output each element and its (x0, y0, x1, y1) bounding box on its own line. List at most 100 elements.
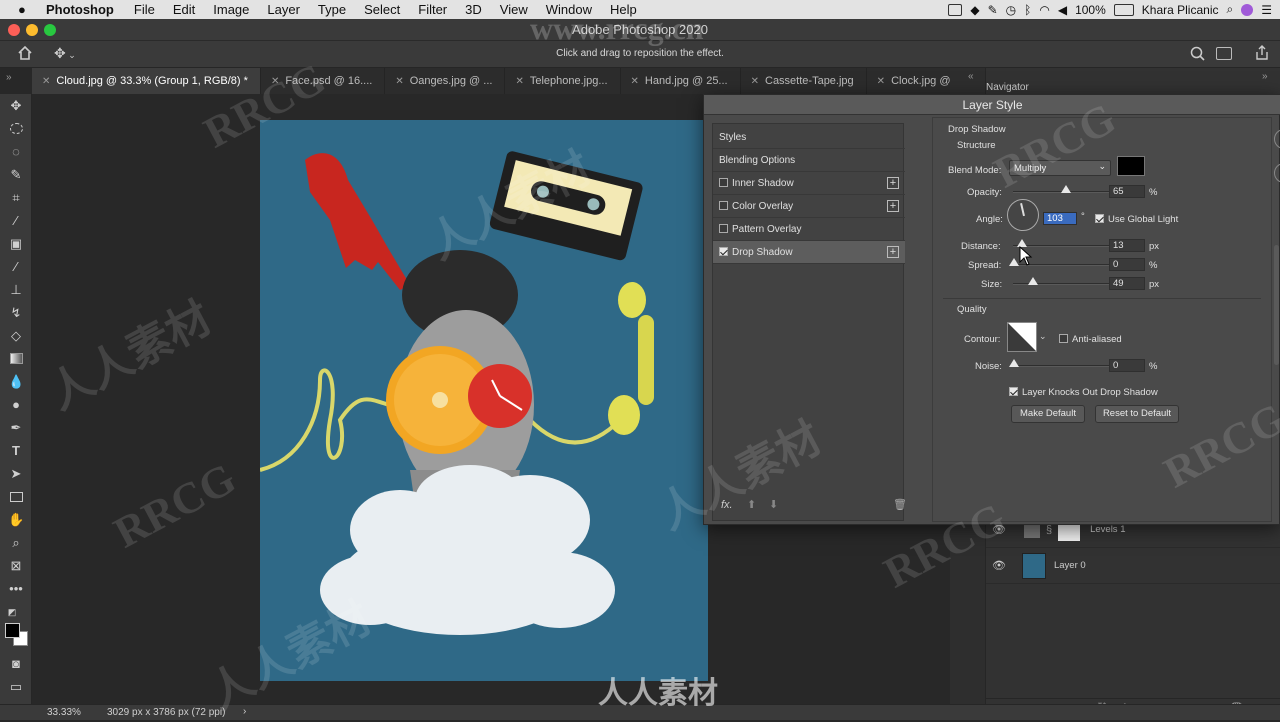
panel-collapse-arrows-left[interactable]: » (6, 72, 12, 83)
marquee-tool-icon[interactable] (8, 121, 24, 137)
size-input[interactable]: 49 (1109, 277, 1145, 290)
add-style-plus-icon[interactable]: + (887, 177, 899, 189)
size-slider[interactable] (1013, 277, 1123, 285)
close-tab-icon[interactable]: ✕ (515, 76, 523, 87)
panel-collapse-arrows[interactable]: « (968, 71, 974, 82)
foreground-color-swatch[interactable] (5, 623, 20, 638)
angle-input[interactable]: 103 (1043, 212, 1077, 225)
move-up-icon[interactable]: ⬆ (747, 498, 756, 511)
close-tab-icon[interactable]: ✕ (395, 76, 403, 87)
menu-type[interactable]: Type (318, 2, 346, 17)
style-item-drop-shadow[interactable]: Drop Shadow + (713, 241, 905, 264)
use-global-light-option[interactable]: Use Global Light (1095, 214, 1178, 225)
menu-filter[interactable]: Filter (418, 2, 447, 17)
size-slider-knob[interactable] (1028, 277, 1038, 285)
styles-header[interactable]: Styles (713, 126, 905, 149)
siri-icon[interactable] (1241, 3, 1254, 16)
menu-layer[interactable]: Layer (267, 2, 300, 17)
menu-file[interactable]: File (134, 2, 155, 17)
knocks-out-checkbox[interactable] (1009, 387, 1018, 396)
path-selection-tool-icon[interactable]: ➤ (8, 466, 24, 482)
screen-icon[interactable] (948, 3, 963, 16)
wifi-icon[interactable]: ◠ (1039, 3, 1049, 17)
opacity-slider[interactable] (1013, 185, 1123, 193)
menu-3d[interactable]: 3D (465, 2, 482, 17)
spread-input[interactable]: 0 (1109, 258, 1145, 271)
rectangle-tool-icon[interactable] (8, 489, 24, 505)
drop-shadow-checkbox[interactable] (719, 247, 728, 256)
share-icon[interactable] (1254, 45, 1270, 61)
close-tab-icon[interactable]: ✕ (631, 76, 639, 87)
distance-input[interactable]: 13 (1109, 239, 1145, 252)
add-style-plus-icon[interactable]: + (887, 200, 899, 212)
navigator-panel-tab[interactable]: Navigator (986, 82, 1029, 93)
default-colors-icon[interactable]: ◩ ⇆ (4, 604, 20, 633)
close-tab-icon[interactable]: ✕ (877, 76, 885, 87)
eyedropper-tool-icon[interactable]: ⁄ (8, 213, 24, 229)
user-name[interactable]: Khara Plicanic (1142, 3, 1219, 17)
crop-tool-icon[interactable]: ⌗ (8, 190, 24, 206)
layer-row-layer0[interactable]: 👁 Layer 0 (986, 548, 1280, 584)
zoom-level[interactable]: 33.33% (47, 707, 81, 718)
blending-options-item[interactable]: Blending Options (713, 149, 905, 172)
spot-healing-tool-icon[interactable]: ▣ (8, 236, 24, 252)
inner-shadow-checkbox[interactable] (719, 178, 728, 187)
blur-tool-icon[interactable]: 💧 (8, 374, 24, 390)
gradient-tool-icon[interactable] (8, 351, 24, 367)
menu-app-name[interactable]: Photoshop (46, 2, 114, 17)
contour-chevron-icon[interactable]: ⌄ (1039, 331, 1047, 342)
clone-stamp-tool-icon[interactable]: ⊥ (8, 282, 24, 298)
knocks-out-option[interactable]: Layer Knocks Out Drop Shadow (1009, 387, 1158, 398)
blend-mode-select[interactable]: Multiply ⌄ (1009, 160, 1111, 176)
delete-style-icon[interactable]: 🗑 (893, 498, 907, 511)
type-tool-icon[interactable]: T (8, 443, 24, 459)
battery-icon[interactable] (1113, 3, 1134, 16)
eraser-tool-icon[interactable]: ◇ (8, 328, 24, 344)
move-down-icon[interactable]: ⬇ (769, 498, 778, 511)
dropbox-icon[interactable]: ◆ (970, 3, 979, 17)
workspace-icon[interactable] (1216, 47, 1232, 60)
dodge-tool-icon[interactable]: ● (8, 397, 24, 413)
brush-tool-icon[interactable]: ∕ (8, 259, 24, 275)
more-tools-icon[interactable]: ••• (8, 581, 24, 597)
style-item-inner-shadow[interactable]: Inner Shadow + (713, 172, 905, 195)
opacity-slider-knob[interactable] (1061, 185, 1071, 193)
quick-select-tool-icon[interactable]: ✎ (8, 167, 24, 183)
noise-input[interactable]: 0 (1109, 359, 1145, 372)
evernote-icon[interactable]: ✎ (988, 3, 998, 17)
document-canvas[interactable] (260, 120, 708, 681)
pen-tool-icon[interactable]: ✒ (8, 420, 24, 436)
style-item-pattern-overlay[interactable]: Pattern Overlay (713, 218, 905, 241)
add-style-plus-icon[interactable]: + (887, 246, 899, 258)
notification-center-icon[interactable]: ☰ (1261, 3, 1272, 17)
panel-collapse-arrows-far[interactable]: » (1262, 71, 1268, 82)
shadow-color-swatch[interactable] (1117, 156, 1145, 176)
opacity-input[interactable]: 65 (1109, 185, 1145, 198)
search-icon[interactable] (1190, 46, 1206, 62)
tab-cloud[interactable]: ✕ Cloud.jpg @ 33.3% (Group 1, RGB/8) * (32, 68, 261, 94)
menu-edit[interactable]: Edit (173, 2, 195, 17)
visibility-eye-icon[interactable]: 👁 (992, 559, 1006, 572)
make-default-button[interactable]: Make Default (1011, 405, 1085, 423)
close-tab-icon[interactable]: ✕ (751, 76, 759, 87)
spread-slider-knob[interactable] (1009, 258, 1019, 266)
tab-oranges[interactable]: ✕ Oanges.jpg @ ... (385, 68, 506, 94)
close-tab-icon[interactable]: ✕ (271, 76, 279, 87)
menu-view[interactable]: View (500, 2, 528, 17)
quick-mask-icon[interactable]: ◙ (8, 656, 24, 672)
anti-aliased-checkbox[interactable] (1059, 334, 1068, 343)
tab-face[interactable]: ✕ Face.psd @ 16.... (260, 68, 386, 94)
noise-slider[interactable] (1009, 359, 1123, 367)
apple-icon[interactable]: ● (18, 2, 26, 17)
bluetooth-icon[interactable]: ᛒ (1024, 3, 1031, 17)
volume-icon[interactable]: ◀ (1058, 3, 1067, 17)
angle-dial[interactable] (1007, 199, 1039, 231)
tab-hand[interactable]: ✕ Hand.jpg @ 25... (620, 68, 741, 94)
dialog-scrollbar[interactable] (1274, 245, 1279, 365)
reset-to-default-button[interactable]: Reset to Default (1095, 405, 1179, 423)
history-brush-tool-icon[interactable]: ↯ (8, 305, 24, 321)
status-menu-arrow[interactable]: › (243, 706, 246, 717)
use-global-light-checkbox[interactable] (1095, 214, 1104, 223)
hand-tool-icon[interactable]: ✋ (8, 512, 24, 528)
lasso-tool-icon[interactable]: ◌ (8, 144, 24, 160)
